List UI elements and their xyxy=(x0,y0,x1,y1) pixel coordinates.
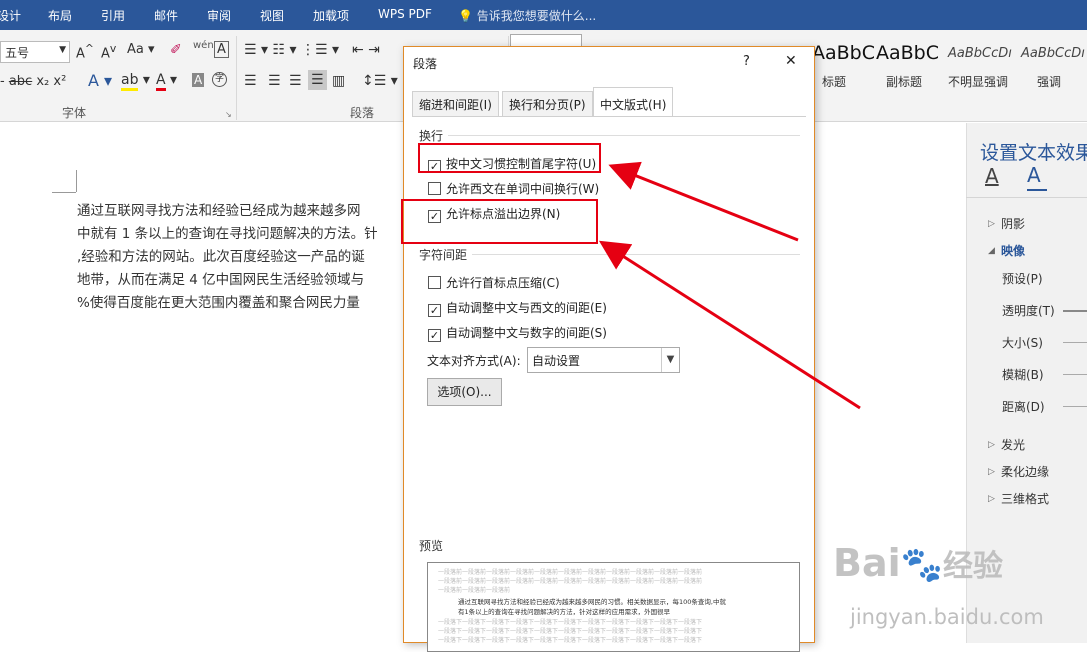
paw-icon: 🐾 xyxy=(900,545,943,585)
annotation-arrow xyxy=(608,161,799,242)
annotation-arrow xyxy=(598,240,861,410)
watermark-logo-text: Bai xyxy=(833,541,901,585)
watermark-url: jingyan.baidu.com xyxy=(850,605,1044,629)
watermark-logo: Bai🐾经验 xyxy=(833,541,1003,585)
watermark-logo-text-2: 经验 xyxy=(942,549,1003,584)
